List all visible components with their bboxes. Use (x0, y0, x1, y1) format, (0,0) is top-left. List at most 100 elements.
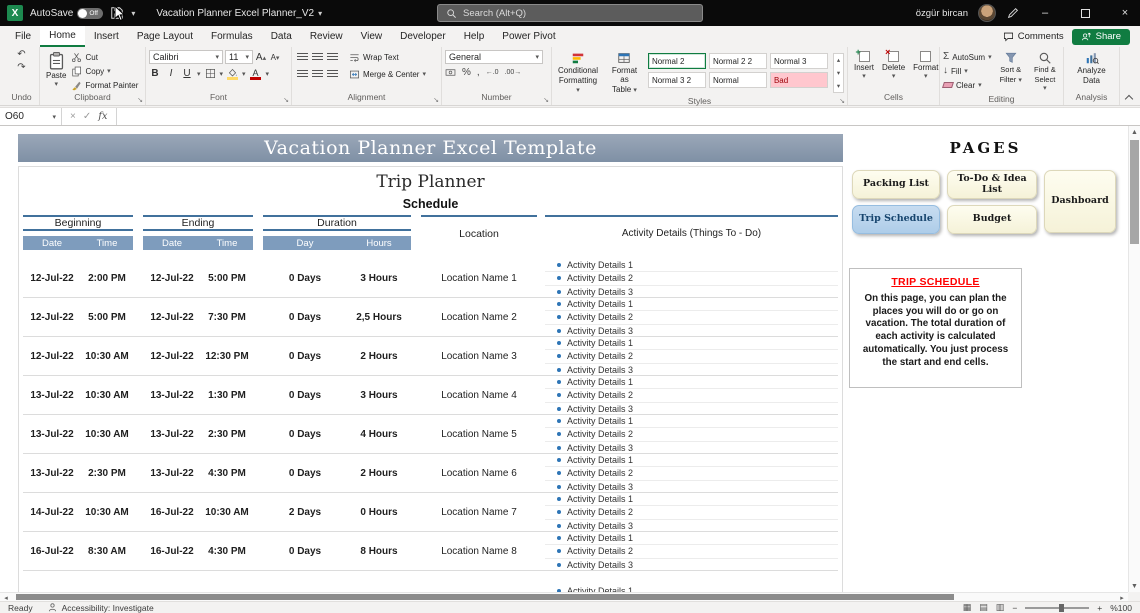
align-middle-icon[interactable] (311, 53, 323, 61)
begin-date-cell[interactable]: 13-Jul-22 (23, 468, 81, 479)
user-name[interactable]: özgür bircan (916, 8, 968, 19)
cell-style-chip[interactable]: Normal 2 (647, 53, 706, 69)
activity-item[interactable]: Activity Details 3 (545, 481, 838, 493)
begin-date-cell[interactable]: 16-Jul-22 (23, 546, 81, 557)
decrease-decimal-icon[interactable]: .00→ (505, 69, 522, 76)
days-cell[interactable]: 0 Days (263, 351, 347, 362)
activity-item[interactable]: Activity Details 1 (545, 298, 838, 312)
increase-font-size-button[interactable]: A▴ (255, 52, 267, 63)
gallery-more-icon[interactable]: ▾ (834, 80, 843, 93)
days-cell[interactable]: 0 Days (263, 390, 347, 401)
delete-cells-button[interactable]: × Delete ▾ (879, 47, 908, 92)
fill-color-button[interactable] (227, 67, 239, 80)
trip-schedule-button[interactable]: Trip Schedule (852, 205, 940, 234)
activity-item[interactable]: Activity Details 1 (545, 376, 838, 390)
underline-button[interactable]: U (181, 68, 193, 79)
begin-date-cell[interactable]: 14-Jul-22 (23, 507, 81, 518)
conditional-formatting-button[interactable]: Conditional Formatting ▾ (555, 50, 601, 96)
format-painter-button[interactable]: Format Painter (71, 78, 138, 92)
font-dialog-launcher-icon[interactable]: ↘ (283, 96, 289, 104)
end-time-cell[interactable]: 2:30 PM (201, 429, 253, 440)
redo-icon[interactable]: ↷ (17, 63, 25, 73)
end-time-cell[interactable]: 4:30 PM (201, 546, 253, 557)
bold-button[interactable]: B (149, 68, 161, 79)
comments-button[interactable]: Comments (1003, 31, 1064, 42)
tab-power-pivot[interactable]: Power Pivot (493, 26, 564, 47)
percent-icon[interactable]: % (462, 67, 471, 78)
hours-cell[interactable]: 8 Hours (347, 546, 411, 557)
end-time-cell[interactable]: 4:30 PM (201, 468, 253, 479)
begin-date-cell[interactable]: 12-Jul-22 (23, 273, 81, 284)
activity-item[interactable]: Activity Details 1 (545, 337, 838, 351)
begin-time-cell[interactable]: 2:00 PM (81, 273, 133, 284)
end-date-cell[interactable]: 12-Jul-22 (143, 351, 201, 362)
pen-icon[interactable] (1006, 6, 1020, 20)
tab-developer[interactable]: Developer (391, 26, 455, 47)
location-cell[interactable]: Location Name 4 (421, 390, 537, 401)
format-cells-button[interactable]: Format ▾ (910, 50, 941, 92)
activity-item[interactable]: Activity Details 2 (545, 311, 838, 325)
location-cell[interactable]: Location Name 7 (421, 507, 537, 518)
activity-item[interactable]: Activity Details 3 (545, 403, 838, 415)
font-color-dropdown-icon[interactable]: ▾ (266, 70, 270, 78)
font-name-select[interactable]: Calibri ▾ (149, 50, 223, 64)
cell-style-chip[interactable]: Normal 3 (769, 53, 828, 69)
wrap-text-button[interactable]: Wrap Text (349, 50, 399, 64)
accessibility-status[interactable]: Accessibility: Investigate (47, 602, 154, 613)
end-time-cell[interactable]: 10:30 AM (201, 507, 253, 518)
alignment-dialog-launcher-icon[interactable]: ↘ (433, 96, 439, 104)
tab-review[interactable]: Review (301, 26, 352, 47)
location-cell[interactable]: Location Name 8 (421, 546, 537, 557)
confirm-entry-icon[interactable]: ✓ (83, 111, 91, 122)
search-box[interactable]: Search (Alt+Q) (437, 4, 703, 22)
dashboard-button[interactable]: Dashboard (1044, 170, 1116, 233)
formula-input[interactable] (117, 108, 1140, 125)
share-button[interactable]: Share (1071, 28, 1130, 45)
horizontal-scrollbar[interactable]: ◂ ▸ (0, 592, 1128, 602)
italic-button[interactable]: I (165, 68, 177, 79)
activity-item[interactable]: Activity Details 3 (545, 559, 838, 571)
fill-color-dropdown-icon[interactable]: ▾ (242, 70, 246, 78)
activity-item[interactable]: Activity Details 3 (545, 286, 838, 298)
tab-help[interactable]: Help (455, 26, 494, 47)
location-cell[interactable]: Location Name 5 (421, 429, 537, 440)
align-center-icon[interactable] (311, 70, 323, 78)
begin-date-cell[interactable]: 12-Jul-22 (23, 312, 81, 323)
end-time-cell[interactable]: 1:30 PM (201, 390, 253, 401)
cancel-entry-icon[interactable]: × (70, 111, 76, 122)
borders-dropdown-icon[interactable]: ▾ (220, 70, 224, 78)
paste-button[interactable]: Paste ▾ (43, 50, 69, 92)
end-time-cell[interactable]: 12:30 PM (201, 351, 253, 362)
format-as-table-button[interactable]: Format as Table ▾ (605, 50, 644, 96)
increase-decimal-icon[interactable]: ←.0 (486, 69, 499, 76)
insert-function-icon[interactable]: fx (98, 111, 107, 122)
begin-time-cell[interactable]: 8:30 AM (81, 546, 133, 557)
days-cell[interactable]: 2 Days (263, 507, 347, 518)
comma-icon[interactable]: , (477, 67, 480, 78)
vertical-scroll-thumb[interactable] (1130, 140, 1139, 244)
clipboard-dialog-launcher-icon[interactable]: ↘ (137, 96, 143, 104)
begin-time-cell[interactable]: 5:00 PM (81, 312, 133, 323)
activity-item[interactable]: Activity Details 1 (545, 493, 838, 507)
zoom-slider-knob[interactable] (1059, 603, 1065, 612)
activity-item[interactable]: Activity Details 3 (545, 442, 838, 454)
minimize-button[interactable]: – (1030, 0, 1060, 26)
zoom-level[interactable]: %100 (1110, 603, 1132, 613)
normal-view-icon[interactable]: ▦ (963, 602, 972, 613)
font-color-button[interactable]: A (250, 68, 262, 80)
tab-page-layout[interactable]: Page Layout (128, 26, 202, 47)
name-box[interactable]: O60 ▾ (0, 108, 62, 125)
end-date-cell[interactable]: 16-Jul-22 (143, 546, 201, 557)
user-avatar[interactable] (978, 4, 996, 22)
cell-style-chip[interactable]: Normal (708, 72, 767, 88)
close-button[interactable]: × (1110, 0, 1140, 26)
cell-style-chip[interactable]: Bad (769, 72, 828, 88)
horizontal-scroll-thumb[interactable] (16, 594, 954, 600)
tab-file[interactable]: File (6, 26, 40, 47)
align-top-icon[interactable] (296, 53, 308, 61)
activity-item[interactable]: Activity Details 2 (545, 350, 838, 364)
clear-button[interactable]: Clear ▾ (942, 78, 992, 92)
location-cell[interactable]: Location Name 6 (421, 468, 537, 479)
tab-home[interactable]: Home (40, 26, 85, 47)
zoom-in-icon[interactable]: + (1097, 603, 1102, 613)
